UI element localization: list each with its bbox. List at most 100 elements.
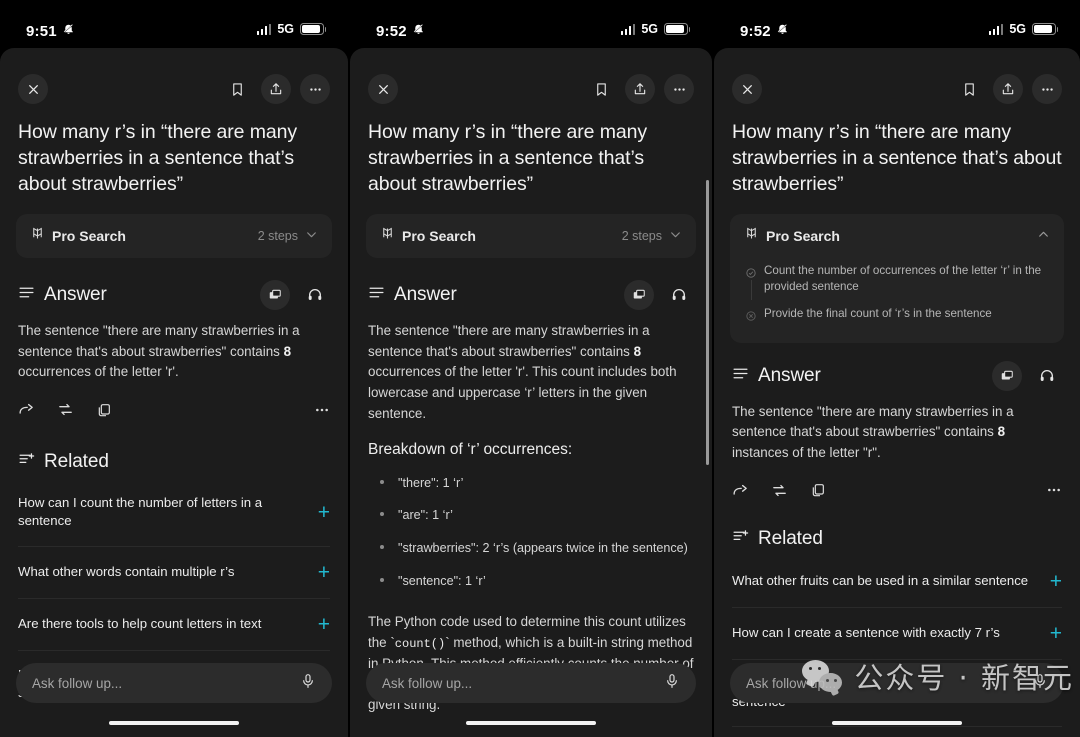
chevron-down-icon[interactable] [305, 228, 318, 244]
list-item[interactable]: How can I create a sentence with exactly… [732, 608, 1062, 660]
question-title: How many r’s in “there are many strawber… [18, 121, 298, 195]
plus-icon[interactable]: + [1050, 571, 1062, 592]
copy-icon[interactable] [96, 402, 112, 423]
list-item: Provide the final count of ‘r’s in the s… [746, 301, 1050, 331]
list-item[interactable]: What other fruits can be used in a simil… [732, 556, 1062, 608]
status-time: 9:52 [376, 22, 407, 40]
pro-search-label: Pro Search [766, 227, 840, 244]
bookmark-icon[interactable] [954, 74, 984, 104]
headphones-icon[interactable] [1032, 361, 1062, 391]
more-horizontal-icon[interactable] [300, 74, 330, 104]
answer-paragraph: The sentence "there are many strawberrie… [714, 391, 1080, 464]
answer-text-post: instances of the letter "r". [732, 445, 881, 461]
list-item[interactable]: What other words contain multiple r’s + [18, 547, 330, 599]
share-icon[interactable] [261, 74, 291, 104]
status-bar-left: 9:51 [26, 22, 75, 40]
pro-search-card[interactable]: Pro Search Count the number of occurrenc… [730, 213, 1064, 343]
chevron-up-icon[interactable] [1037, 228, 1050, 244]
plus-icon[interactable]: + [318, 562, 330, 583]
code-snippet: count() [394, 636, 446, 651]
share-arrow-icon[interactable] [732, 482, 749, 504]
related-header: Related [0, 423, 348, 473]
bell-slash-icon [62, 22, 75, 40]
image-icon[interactable] [624, 279, 654, 310]
network-label: 5G [1009, 22, 1026, 36]
related-header: Related [714, 504, 1080, 550]
phone-screenshot-1: 9:51 5G How many r’s in “there are many … [0, 0, 348, 737]
thread-toolbar [714, 48, 1080, 104]
plus-icon[interactable]: + [318, 502, 330, 523]
question-title: How many r’s in “there are many strawber… [368, 121, 648, 195]
list-item[interactable]: Are there tools to help count letters in… [18, 599, 330, 651]
image-icon[interactable] [260, 279, 290, 310]
more-horizontal-icon[interactable] [1032, 74, 1062, 104]
plus-icon[interactable]: + [1050, 623, 1062, 644]
answer-title: Answer [394, 283, 457, 305]
microphone-icon[interactable] [664, 673, 680, 694]
chevron-down-icon[interactable] [669, 228, 682, 244]
headphones-icon[interactable] [300, 280, 330, 310]
bookmark-icon[interactable] [222, 74, 252, 104]
home-indicator [466, 720, 596, 725]
pro-search-section: Pro Search 2 steps [0, 198, 348, 258]
follow-up-bar[interactable]: Ask follow up... [16, 663, 332, 703]
network-label: 5G [277, 22, 294, 36]
perplexity-logo-icon [744, 226, 759, 246]
pro-search-section: Pro Search Count the number of occurrenc… [714, 198, 1080, 343]
follow-up-input[interactable]: Ask follow up... [382, 676, 472, 691]
microphone-icon[interactable] [1032, 673, 1048, 694]
headphones-icon[interactable] [664, 280, 694, 310]
follow-up-bar[interactable]: Ask follow up... [366, 663, 696, 703]
rewrite-icon[interactable] [771, 482, 788, 504]
phone-screenshot-2: 9:52 5G How many r’s in “there are many … [348, 0, 712, 737]
microphone-icon[interactable] [300, 673, 316, 694]
bookmark-icon[interactable] [586, 74, 616, 104]
answer-more-icon[interactable] [1046, 482, 1062, 503]
battery-icon [300, 23, 327, 35]
answer-text-pre: The sentence "there are many strawberrie… [18, 322, 300, 359]
pro-search-card[interactable]: Pro Search 2 steps [366, 213, 696, 258]
thread-toolbar [350, 48, 712, 104]
bell-slash-icon [412, 22, 425, 40]
list-item: "sentence": 1 ‘r’ [380, 565, 694, 598]
answer-lines-icon [368, 284, 385, 306]
vertical-scrollbar[interactable] [706, 180, 709, 465]
bell-slash-icon [776, 22, 789, 40]
pro-search-card[interactable]: Pro Search 2 steps [16, 213, 332, 258]
pro-search-section: Pro Search 2 steps [350, 198, 712, 258]
follow-up-input[interactable]: Ask follow up... [32, 676, 122, 691]
follow-up-bar[interactable]: Ask follow up... [730, 663, 1064, 703]
image-icon[interactable] [992, 360, 1022, 391]
close-icon[interactable] [368, 74, 398, 104]
pro-search-label: Pro Search [52, 227, 126, 244]
copy-icon[interactable] [810, 482, 826, 503]
step-connector [750, 279, 752, 300]
related-lines-icon [732, 528, 749, 550]
answer-text-pre: The sentence "there are many strawberrie… [368, 322, 650, 359]
follow-up-input[interactable]: Ask follow up... [746, 676, 836, 691]
list-item[interactable]: specific letter counts + [732, 727, 1062, 737]
plus-icon[interactable]: + [318, 614, 330, 635]
status-time: 9:51 [26, 22, 57, 40]
screenshot-stage: 9:51 5G How many r’s in “there are many … [0, 0, 1080, 737]
related-title: Related [758, 527, 823, 549]
share-icon[interactable] [993, 74, 1023, 104]
list-item[interactable]: How can I count the number of letters in… [18, 479, 330, 547]
answer-more-icon[interactable] [314, 402, 330, 423]
cellular-signal-icon [988, 23, 1004, 35]
network-label: 5G [641, 22, 658, 36]
share-arrow-icon[interactable] [18, 401, 35, 423]
home-indicator [832, 720, 962, 725]
answer-title: Answer [44, 283, 107, 305]
share-icon[interactable] [625, 74, 655, 104]
phone-screenshot-3: 9:52 5G How many r’s in “there are many … [712, 0, 1080, 737]
rewrite-icon[interactable] [57, 401, 74, 423]
perplexity-logo-icon [30, 226, 45, 246]
close-icon[interactable] [732, 74, 762, 104]
more-horizontal-icon[interactable] [664, 74, 694, 104]
close-icon[interactable] [18, 74, 48, 104]
breakdown-list: "there": 1 ‘r’ "are": 1 ‘r’ "strawberrie… [350, 459, 712, 599]
list-item: "are": 1 ‘r’ [380, 499, 694, 532]
home-indicator [109, 720, 239, 725]
step-label: Count the number of occurrences of the l… [764, 263, 1042, 294]
